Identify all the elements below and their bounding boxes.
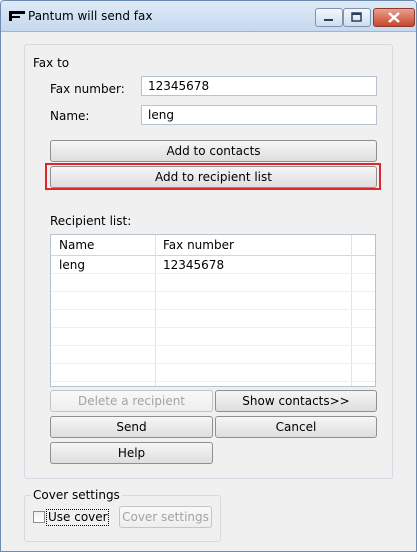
recipient-list-label: Recipient list:	[50, 214, 132, 228]
minimize-icon	[324, 19, 333, 21]
window-title: Pantum will send fax	[28, 9, 153, 23]
cover-settings-legend: Cover settings	[31, 488, 122, 502]
name-input[interactable]: leng	[141, 105, 377, 125]
fax-dialog-window: Pantum will send fax Fax to Fax number: …	[0, 0, 417, 552]
column-header-fax-number[interactable]: Fax number	[163, 238, 234, 252]
show-contacts-button[interactable]: Show contacts>>	[215, 390, 377, 412]
title-bar[interactable]: Pantum will send fax	[1, 1, 416, 32]
add-to-contacts-button[interactable]: Add to contacts	[50, 140, 377, 162]
column-header-name[interactable]: Name	[59, 238, 94, 252]
row-name-cell: leng	[59, 258, 85, 272]
fax-to-legend: Fax to	[31, 56, 72, 70]
table-header: Name Fax number	[51, 235, 375, 256]
row-fax-cell: 12345678	[163, 258, 225, 272]
use-cover-label[interactable]: Use cover	[48, 510, 108, 524]
maximize-button[interactable]	[343, 8, 371, 27]
table-row	[51, 274, 375, 292]
minimize-button[interactable]	[315, 8, 343, 27]
close-button[interactable]	[373, 8, 415, 27]
table-row	[51, 346, 375, 364]
fax-number-label: Fax number:	[50, 82, 125, 96]
highlight-box	[45, 163, 381, 190]
use-cover-checkbox[interactable]	[33, 511, 45, 523]
cancel-button[interactable]: Cancel	[215, 416, 377, 438]
pantum-app-icon	[9, 10, 25, 22]
send-button[interactable]: Send	[50, 416, 213, 438]
fax-number-input[interactable]: 12345678	[141, 76, 377, 96]
cover-settings-button[interactable]: Cover settings	[119, 506, 212, 528]
table-row	[51, 328, 375, 346]
recipient-table[interactable]: Name Fax number leng 12345678	[50, 234, 376, 387]
name-label: Name:	[50, 109, 90, 123]
help-button[interactable]: Help	[50, 442, 213, 464]
close-icon	[388, 12, 400, 23]
table-row	[51, 310, 375, 328]
maximize-icon	[351, 12, 362, 22]
table-row	[51, 364, 375, 382]
table-row	[51, 292, 375, 310]
delete-recipient-button[interactable]: Delete a recipient	[50, 390, 213, 412]
table-row[interactable]: leng 12345678	[51, 256, 375, 274]
